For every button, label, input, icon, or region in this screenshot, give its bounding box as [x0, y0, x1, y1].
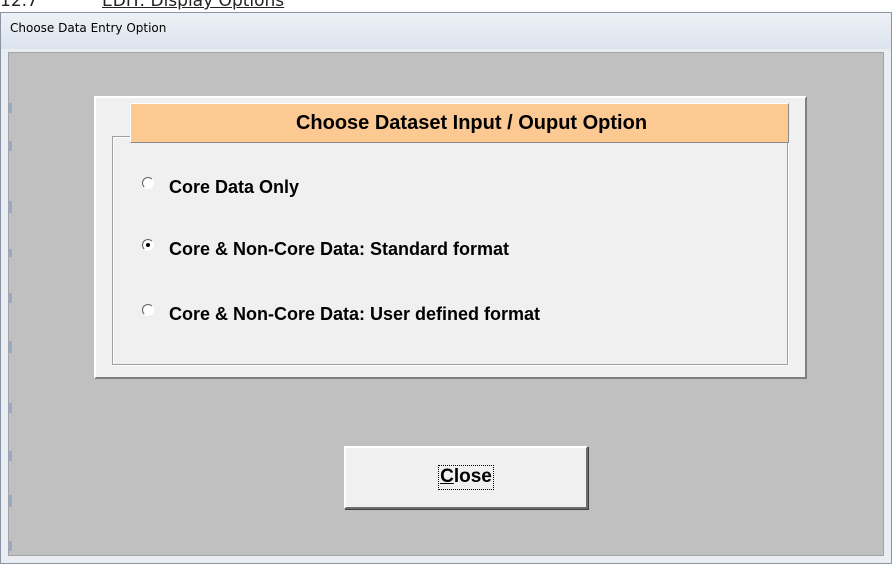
- section-heading: EDIT: Display Options: [102, 0, 285, 11]
- option-standard-format[interactable]: Core & Non-Core Data: Standard format: [142, 239, 509, 260]
- close-button[interactable]: Close: [344, 446, 588, 509]
- section-number: 12.7: [0, 0, 38, 11]
- window-title: Choose Data Entry Option: [10, 21, 167, 35]
- radio-button[interactable]: [142, 177, 155, 190]
- radio-button[interactable]: [142, 304, 155, 317]
- left-edge-marks: [9, 103, 13, 563]
- option-core-data-only[interactable]: Core Data Only: [142, 177, 299, 198]
- dialog-window: Choose Data Entry Option Choose Dataset …: [0, 12, 892, 564]
- client-area: Choose Dataset Input / Ouput Option Core…: [8, 52, 884, 556]
- option-label: Core & Non-Core Data: Standard format: [169, 239, 510, 259]
- close-button-label: Close: [440, 466, 492, 487]
- focus-rectangle: Close: [438, 465, 494, 490]
- options-panel: Choose Dataset Input / Ouput Option Core…: [94, 96, 807, 379]
- title-bar[interactable]: Choose Data Entry Option: [1, 13, 891, 49]
- option-label: Core Data Only: [169, 177, 300, 197]
- panel-header: Choose Dataset Input / Ouput Option: [130, 103, 789, 143]
- close-label-rest: lose: [453, 466, 492, 487]
- close-mnemonic: C: [440, 466, 454, 487]
- option-user-defined-format[interactable]: Core & Non-Core Data: User defined forma…: [142, 304, 540, 325]
- panel-header-text: Choose Dataset Input / Ouput Option: [295, 111, 648, 134]
- option-label: Core & Non-Core Data: User defined forma…: [169, 304, 541, 324]
- radio-button[interactable]: [142, 239, 155, 252]
